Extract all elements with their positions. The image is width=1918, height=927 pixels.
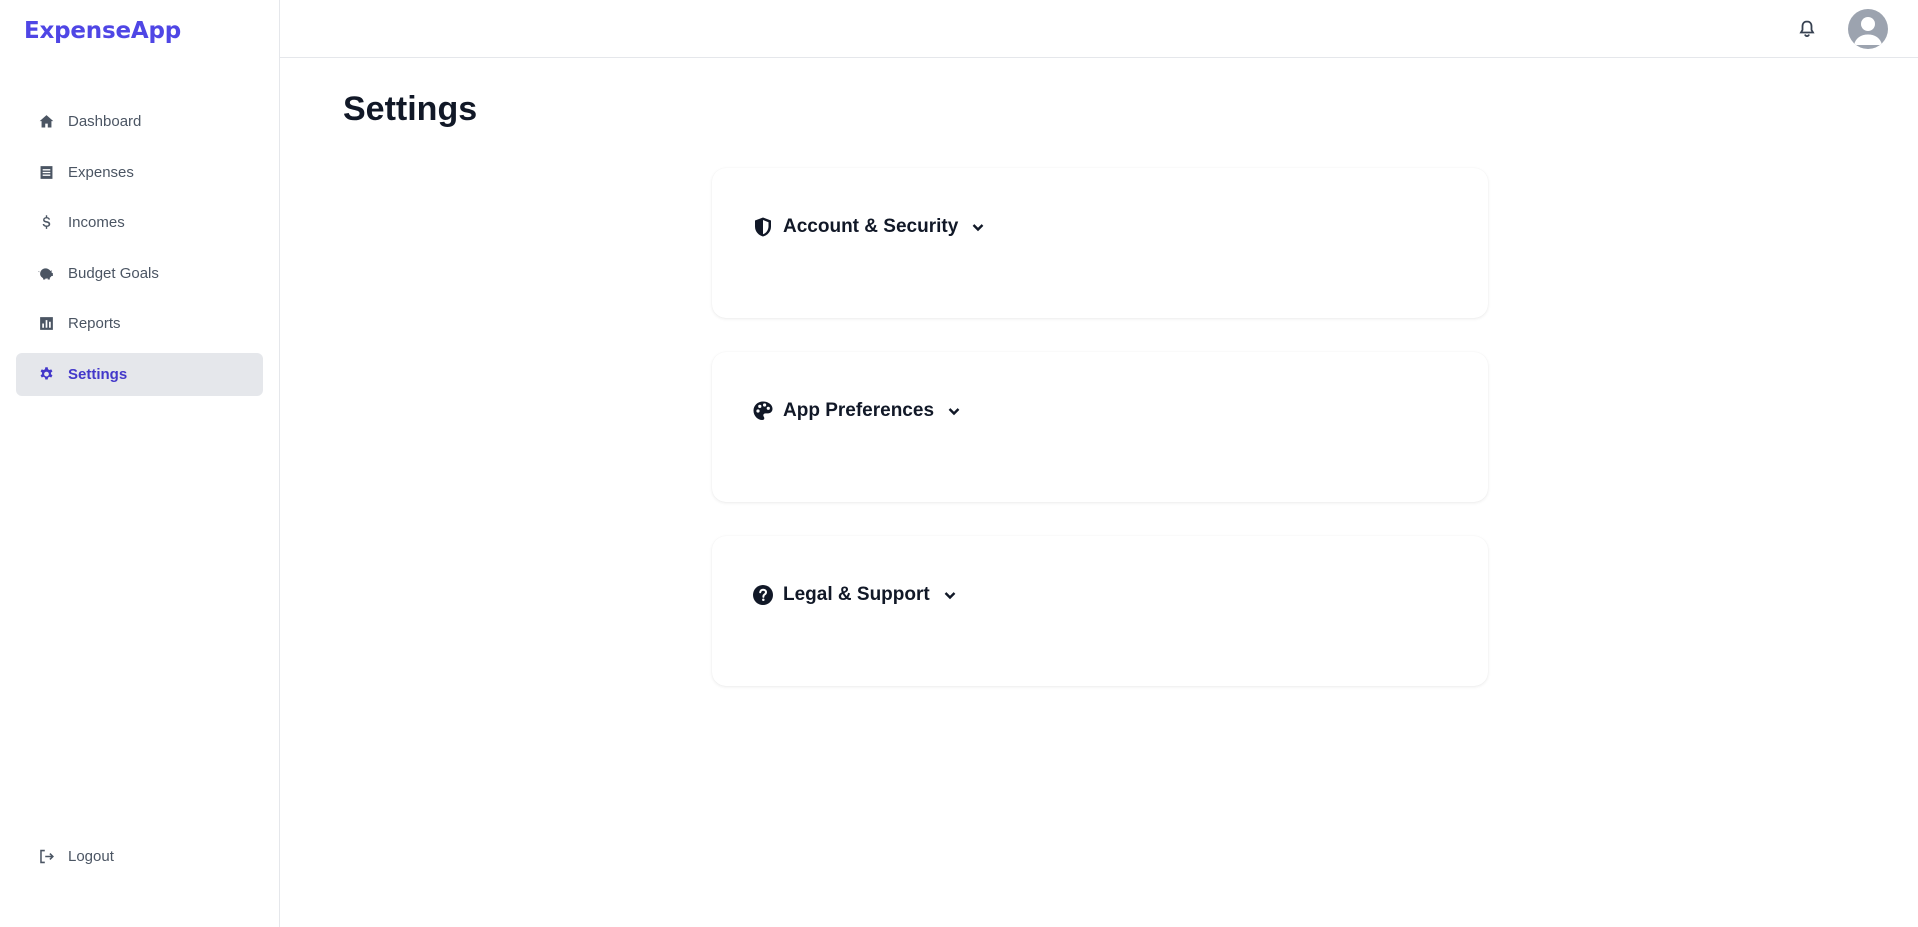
- logout-icon: [37, 847, 55, 865]
- sidebar: ExpenseApp Dashboard Expenses Incomes Bu…: [0, 0, 280, 927]
- sidebar-item-reports[interactable]: Reports: [16, 302, 263, 345]
- settings-sections: Account & Security App Preferences Legal…: [712, 168, 1488, 720]
- sidebar-item-expenses[interactable]: Expenses: [16, 151, 263, 194]
- chevron-down-icon: [946, 403, 962, 419]
- logout-button[interactable]: Logout: [16, 835, 263, 878]
- section-toggle-account-security[interactable]: Account & Security: [752, 216, 986, 238]
- sidebar-item-label: Expenses: [68, 163, 134, 181]
- logout-label: Logout: [68, 847, 114, 865]
- piggy-bank-icon: [37, 264, 55, 282]
- section-toggle-app-preferences[interactable]: App Preferences: [752, 400, 962, 422]
- sidebar-item-label: Reports: [68, 315, 121, 332]
- app-logo[interactable]: ExpenseApp: [0, 0, 279, 62]
- sidebar-item-budget-goals[interactable]: Budget Goals: [16, 252, 263, 295]
- home-icon: [37, 113, 55, 131]
- chevron-down-icon: [970, 219, 986, 235]
- section-legal-support: Legal & Support: [712, 536, 1488, 686]
- section-title: Legal & Support: [783, 584, 930, 605]
- section-title: Account & Security: [783, 216, 959, 237]
- section-title: App Preferences: [783, 400, 935, 421]
- main-content: Settings Account & Security App Preferen…: [280, 0, 1918, 927]
- sidebar-item-label: Settings: [68, 365, 128, 383]
- section-account-security: Account & Security: [712, 168, 1488, 318]
- sidebar-item-incomes[interactable]: Incomes: [16, 201, 263, 244]
- sidebar-item-dashboard[interactable]: Dashboard: [16, 100, 263, 143]
- section-toggle-legal-support[interactable]: Legal & Support: [752, 584, 958, 606]
- sidebar-nav: Dashboard Expenses Incomes Budget Goals: [0, 100, 279, 403]
- shield-icon: [752, 216, 774, 238]
- sidebar-item-label: Dashboard: [68, 113, 142, 130]
- sidebar-item-label: Incomes: [68, 214, 125, 231]
- sidebar-item-settings[interactable]: Settings: [16, 352, 263, 396]
- section-app-preferences: App Preferences: [712, 352, 1488, 502]
- list-icon: [37, 163, 55, 181]
- page-title: Settings: [343, 90, 478, 128]
- user-avatar-icon[interactable]: [1848, 8, 1888, 49]
- palette-icon: [752, 400, 774, 422]
- dollar-icon: [37, 214, 55, 232]
- sidebar-item-label: Budget Goals: [68, 264, 159, 282]
- gear-icon: [37, 365, 55, 383]
- bell-icon[interactable]: [1796, 18, 1818, 40]
- chevron-down-icon: [942, 587, 958, 603]
- top-bar: [280, 0, 1918, 58]
- chart-bar-icon: [37, 315, 55, 333]
- question-circle-icon: [752, 584, 774, 606]
- app-shell: ExpenseApp Dashboard Expenses Incomes Bu…: [0, 0, 1918, 927]
